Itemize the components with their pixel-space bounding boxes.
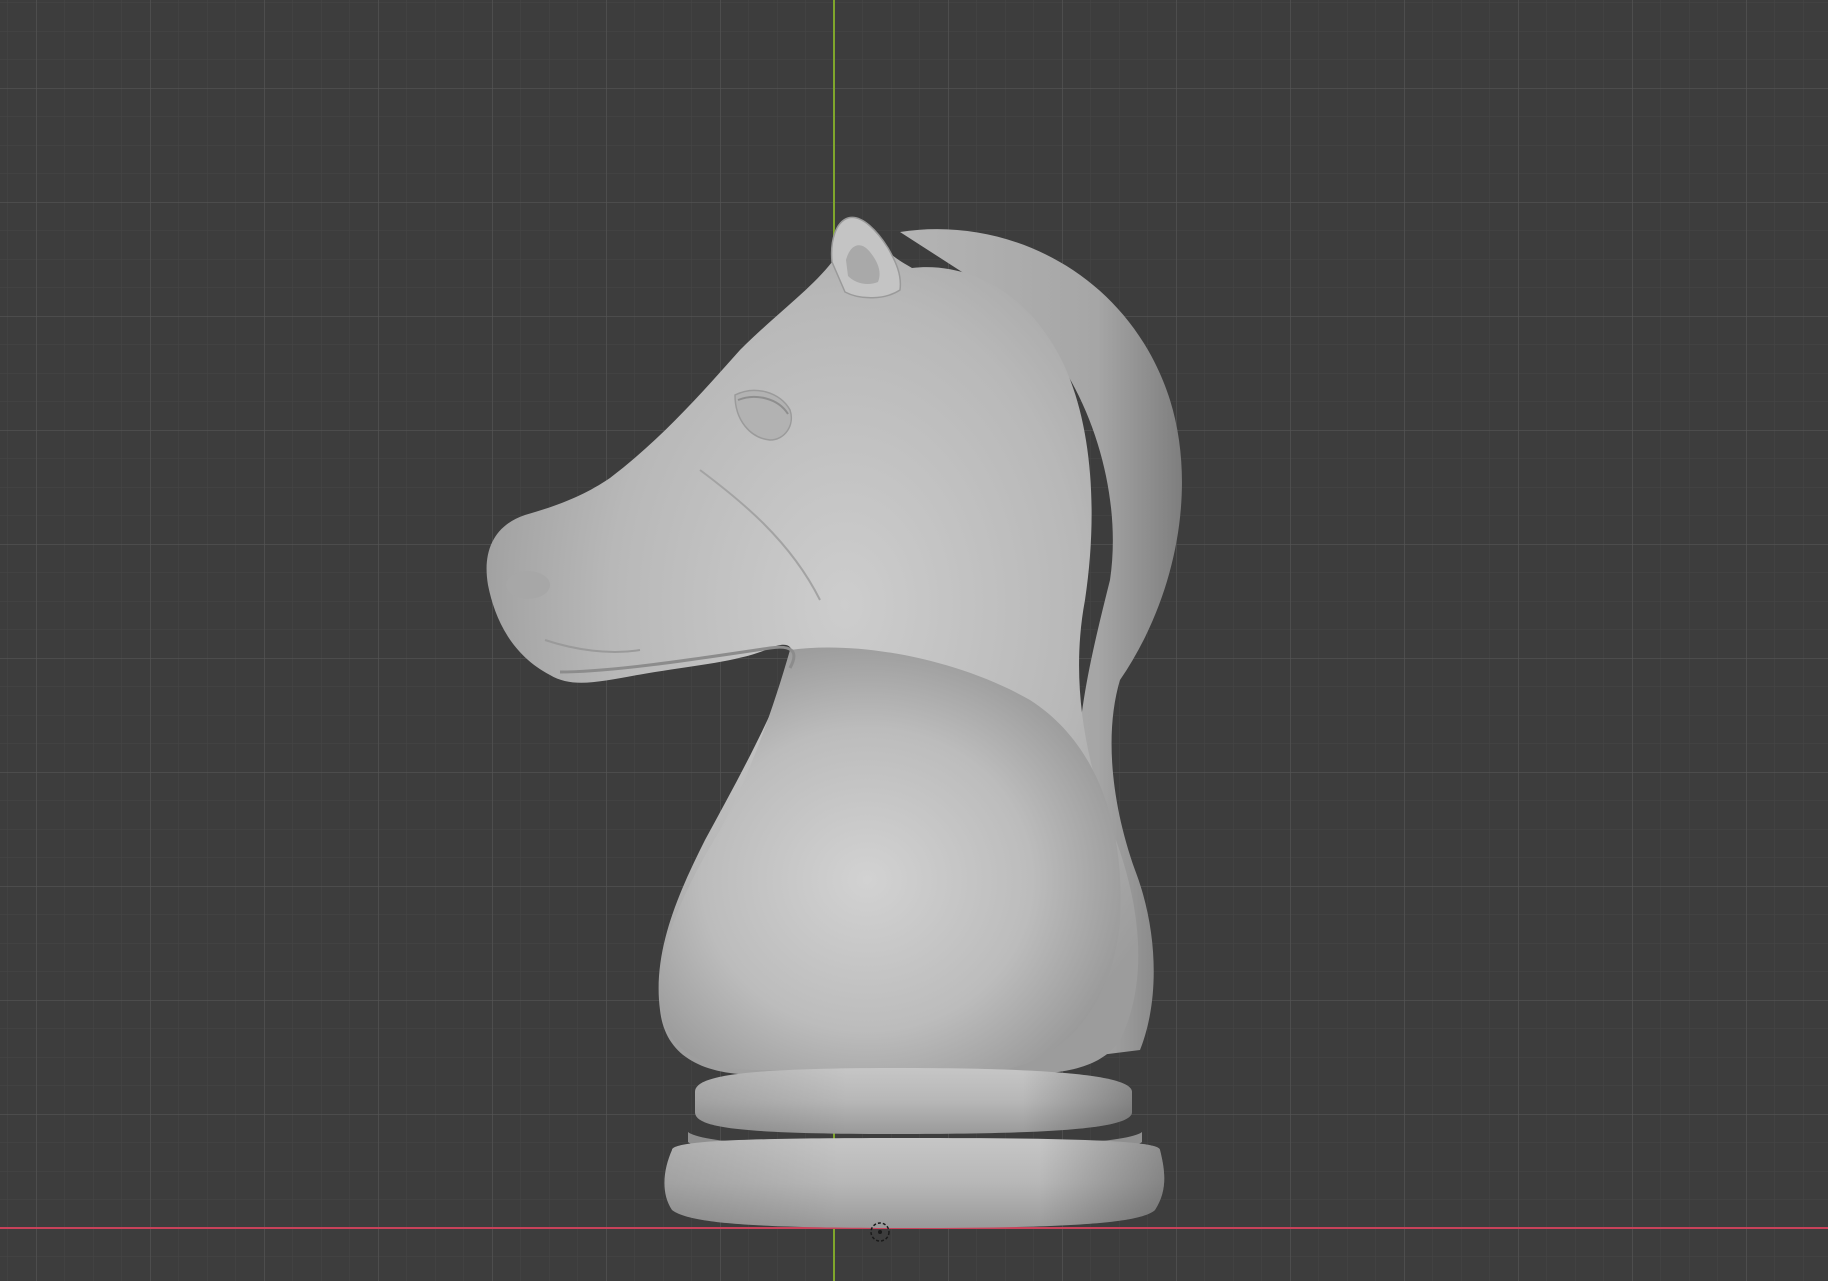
- knight-nostril: [506, 571, 550, 599]
- knight-base-foot-shade: [664, 1138, 1165, 1228]
- 3d-viewport[interactable]: [0, 0, 1828, 1281]
- viewport-canvas[interactable]: [0, 0, 1828, 1281]
- knight-base-collar-shade: [695, 1068, 1132, 1134]
